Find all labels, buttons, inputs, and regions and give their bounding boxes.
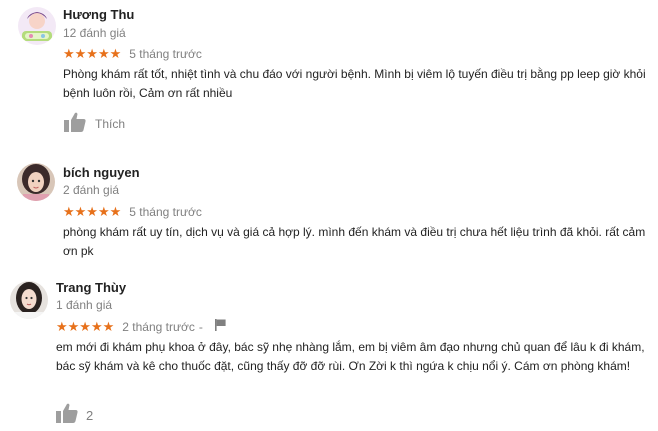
review-text: phòng khám rất uy tín, dịch vụ và giá cả… [63,225,646,258]
review-time: 2 tháng trước [122,320,195,334]
like-button[interactable]: Thích [64,112,126,137]
like-count: 2 [86,407,94,423]
review-text: Phòng khám rất tốt, nhiệt tình và chu đá… [63,67,646,100]
review-meta: ★★★★★ 5 tháng trước [63,46,202,62]
reviewer-name[interactable]: Hương Thu [63,7,134,22]
review-card: Trang Thùy 1 đánh giá ★★★★★ 2 tháng trướ… [0,260,658,431]
star-rating: ★★★★★ [56,319,115,334]
review-count[interactable]: 1 đánh giá [56,298,112,312]
thumbs-up-icon [56,403,78,428]
review-time: 5 tháng trước [129,47,202,61]
star-rating: ★★★★★ [63,204,122,219]
review-card: Hương Thu 12 đánh giá ★★★★★ 5 tháng trướ… [0,0,658,145]
review-count[interactable]: 2 đánh giá [63,183,119,197]
like-button[interactable]: 2 [56,403,94,428]
reviewer-name[interactable]: bích nguyen [63,165,140,180]
review-card: bích nguyen 2 đánh giá ★★★★★ 5 tháng trư… [0,145,658,260]
review-meta: ★★★★★ 5 tháng trước [63,204,202,220]
user-photo-avatar-icon[interactable] [17,163,55,201]
review-count[interactable]: 12 đánh giá [63,26,126,40]
meta-separator: - [198,320,203,334]
thumbs-up-icon [64,112,86,137]
star-rating: ★★★★★ [63,46,122,61]
review-meta: ★★★★★ 2 tháng trước - [56,319,226,335]
cartoon-avatar-icon[interactable] [18,7,56,45]
flag-icon[interactable] [214,318,226,336]
user-photo-avatar-icon[interactable] [10,281,48,319]
like-label: Thích [95,117,126,131]
review-text: em mới đi khám phụ khoa ở đây, bác sỹ nh… [56,340,645,373]
reviewer-name[interactable]: Trang Thùy [56,280,126,295]
review-time: 5 tháng trước [129,205,202,219]
